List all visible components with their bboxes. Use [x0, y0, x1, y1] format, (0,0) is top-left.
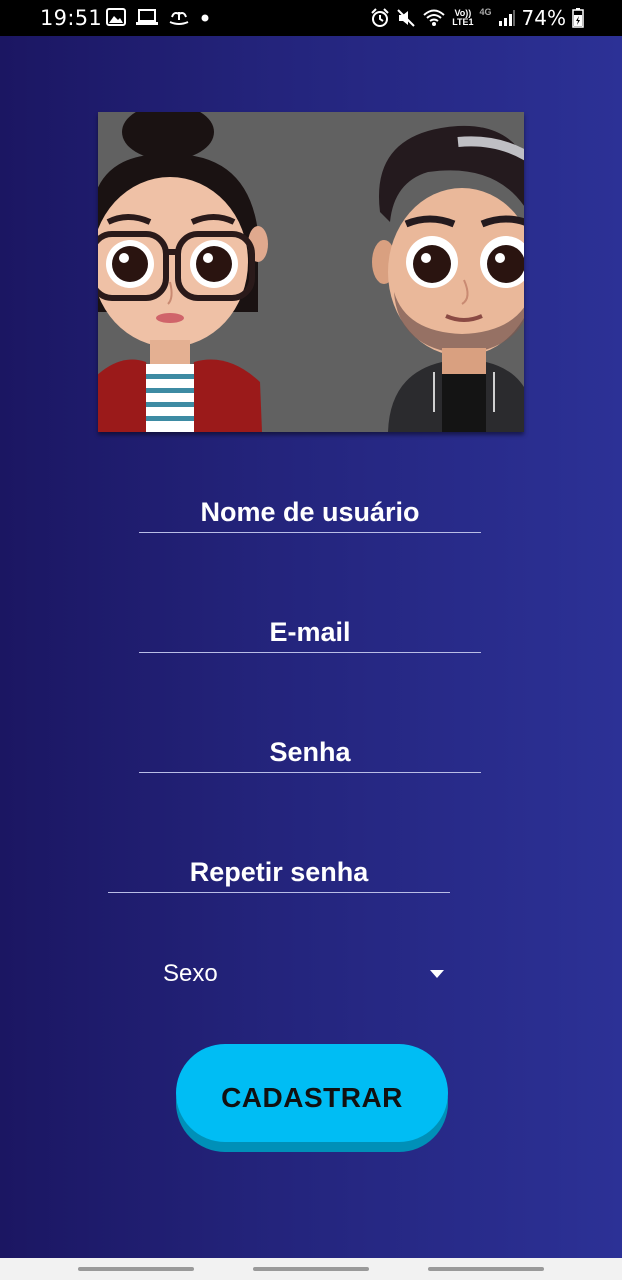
repeat-password-input[interactable]: Repetir senha — [108, 852, 450, 893]
register-screen: Nome de usuário E-mail Senha Repetir sen… — [0, 36, 622, 1258]
wifi-icon — [423, 9, 445, 26]
status-time: 19:51 — [40, 6, 103, 30]
nav-back-handle[interactable] — [428, 1267, 544, 1271]
battery-percent: 74% — [521, 6, 566, 30]
fountain-icon — [169, 12, 189, 25]
nav-recents-handle[interactable] — [78, 1267, 194, 1271]
username-input[interactable]: Nome de usuário — [139, 492, 481, 533]
battery-icon — [572, 8, 584, 28]
register-button[interactable]: CADASTRAR — [176, 1044, 448, 1142]
laptop-icon — [136, 9, 158, 25]
man-avatar — [372, 125, 524, 432]
avatars-image — [98, 112, 524, 432]
navigation-bar — [0, 1258, 622, 1280]
gender-select[interactable]: Sexo — [163, 956, 448, 992]
gender-select-value: Sexo — [163, 960, 218, 987]
network-indicator: Vo)) LTE1 — [452, 9, 473, 27]
status-right-icons: Vo)) LTE1 4G 74% — [370, 6, 584, 30]
status-left-icons — [106, 8, 210, 26]
woman-avatar — [98, 112, 268, 432]
nav-home-handle[interactable] — [253, 1267, 369, 1271]
signal-icon — [498, 10, 515, 26]
network-type-label: 4G — [479, 7, 492, 17]
email-input[interactable]: E-mail — [139, 612, 481, 653]
password-input[interactable]: Senha — [139, 732, 481, 773]
network-bottom-label: LTE1 — [452, 17, 474, 27]
status-bar: 19:51 Vo)) LTE1 4G 74% — [0, 0, 622, 36]
alarm-icon — [371, 8, 389, 27]
dot-icon — [201, 14, 209, 22]
avatars-illustration — [98, 112, 524, 432]
image-icon — [106, 8, 126, 26]
dropdown-arrow-icon — [430, 970, 444, 978]
mute-icon — [397, 9, 415, 27]
